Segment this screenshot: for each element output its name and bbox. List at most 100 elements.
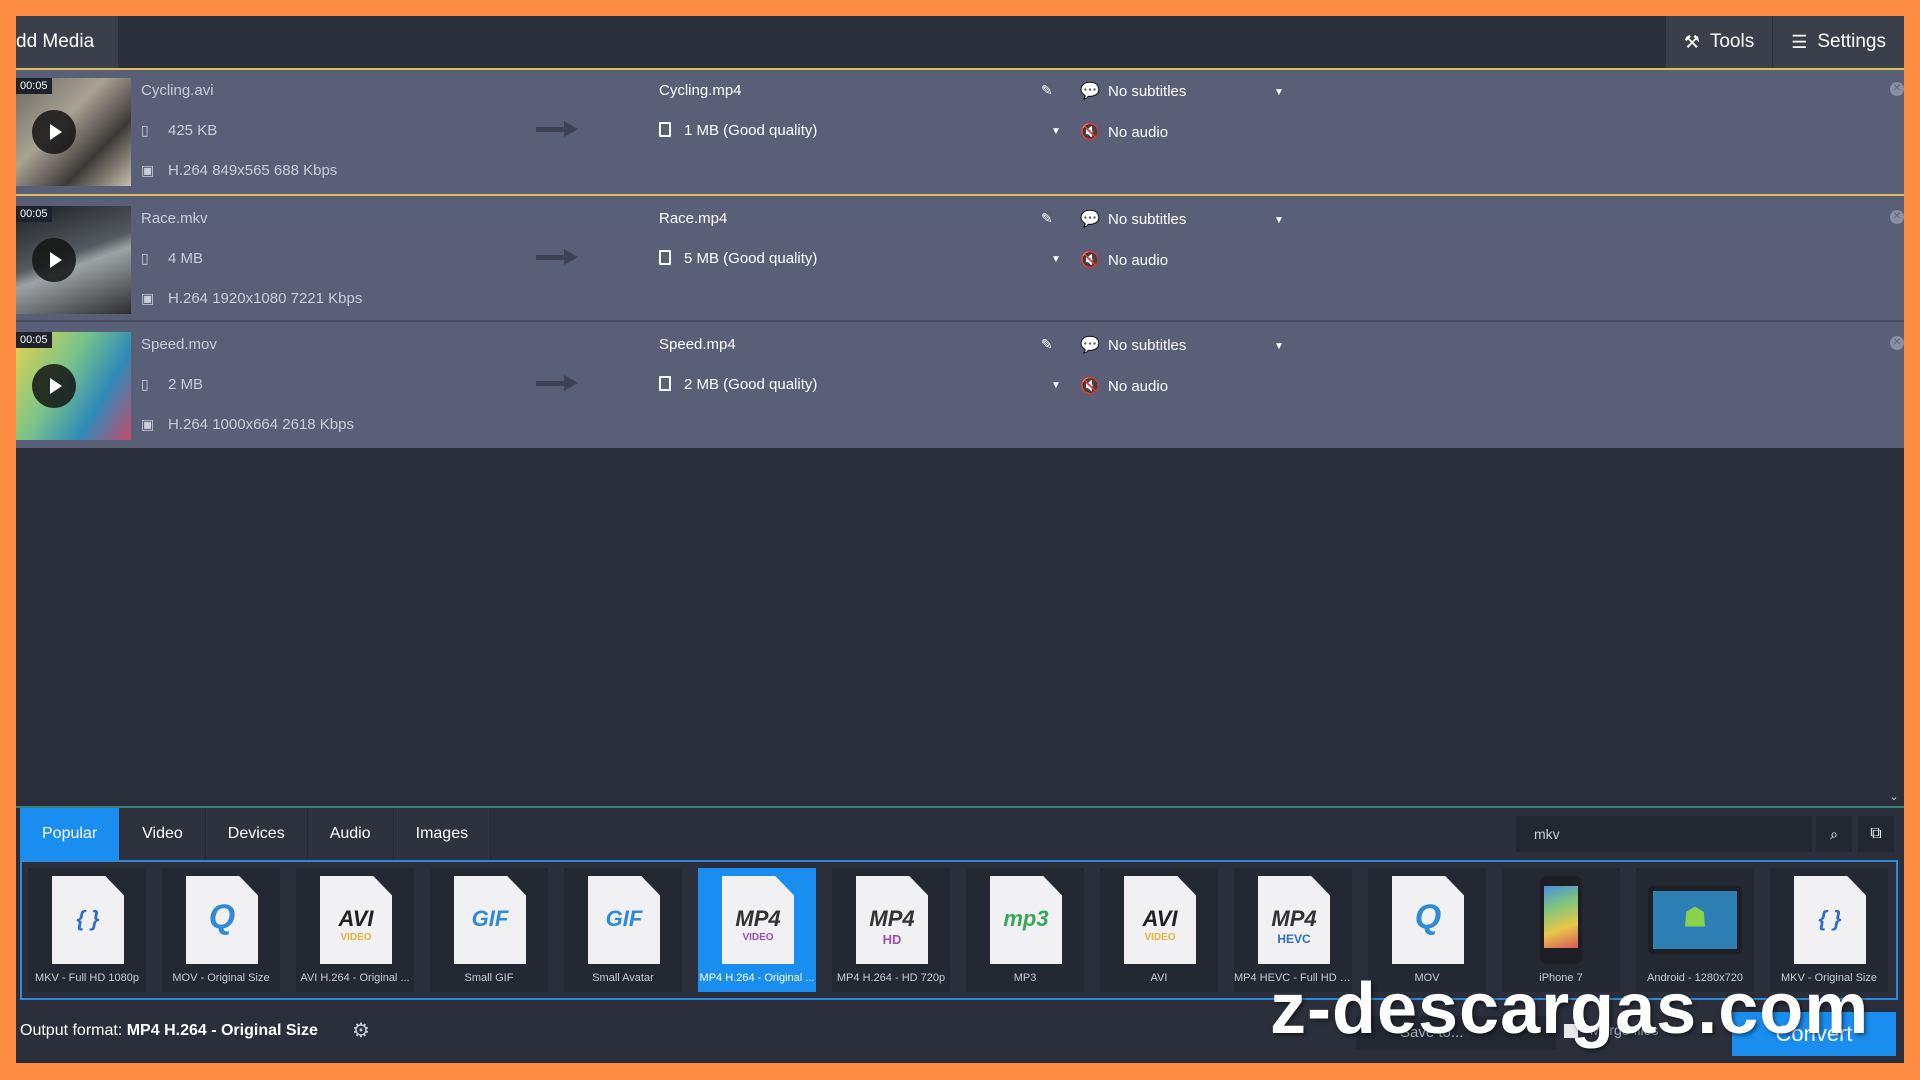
chevron-down-icon[interactable]: ▼ (1051, 380, 1061, 391)
watermark-text: z-descargas.com (1270, 969, 1870, 1049)
speech-bubble-icon: 💬 (1080, 337, 1100, 354)
add-media-label: dd Media (16, 31, 95, 52)
output-size-select[interactable]: 5 MB (Good quality) (684, 250, 817, 267)
format-tile[interactable]: { } MKV - Full HD 1080p (28, 868, 146, 992)
edit-name-icon[interactable]: ✎ (1041, 82, 1053, 99)
film-icon: ▣ (141, 162, 155, 178)
film-icon: ▣ (141, 416, 155, 432)
format-badge: { } (76, 906, 100, 931)
format-label: MOV - Original Size (172, 972, 270, 984)
source-file-name: Cycling.avi (141, 82, 214, 99)
format-badge: MP4 (869, 906, 915, 931)
subtitles-select[interactable]: No subtitles (1108, 83, 1186, 100)
subtitles-select[interactable]: No subtitles (1108, 337, 1186, 354)
video-thumbnail[interactable]: 00:05 (16, 332, 131, 440)
output-format-value: MP4 H.264 - Original Size (126, 1022, 318, 1039)
subtitles-select[interactable]: No subtitles (1108, 211, 1186, 228)
search-icon[interactable]: ⌕ (1816, 816, 1852, 852)
file-row[interactable]: 00:05 Race.mkv ▯ 4 MB ▣ H.264 1920x1080 … (16, 196, 1904, 322)
edit-name-icon[interactable]: ✎ (1041, 210, 1053, 227)
speaker-muted-icon: 🔇 (1080, 124, 1100, 141)
add-media-button[interactable]: dd Media (16, 16, 118, 68)
source-codec-info: H.264 1000x664 2618 Kbps (168, 416, 354, 433)
tools-label: Tools (1709, 31, 1755, 52)
close-icon[interactable]: ✕ (1890, 82, 1904, 96)
video-thumbnail[interactable]: 00:05 (16, 206, 131, 314)
format-tile[interactable]: MP4 HD MP4 H.264 - HD 720p (832, 868, 950, 992)
audio-select[interactable]: No audio (1108, 124, 1168, 141)
source-codec-info: H.264 1920x1080 7221 Kbps (168, 290, 363, 307)
file-row[interactable]: 00:05 Cycling.avi ▯ 425 KB ▣ H.264 849x5… (16, 68, 1904, 196)
chevron-down-icon[interactable]: ▼ (1274, 215, 1284, 226)
output-format-summary: Output format: MP4 H.264 - Original Size (20, 1022, 318, 1040)
format-label: MP4 H.264 - Original ... (699, 972, 815, 984)
format-tile[interactable]: AVI VIDEO AVI (1100, 868, 1218, 992)
format-sub-badge: HD (882, 932, 902, 947)
tab-audio[interactable]: Audio (307, 808, 394, 860)
arrow-right-icon (536, 375, 578, 391)
edit-name-icon[interactable]: ✎ (1041, 336, 1053, 353)
format-search-input[interactable]: mkv (1516, 816, 1812, 852)
chevron-down-icon[interactable]: ▼ (1051, 254, 1061, 265)
source-file-size: 4 MB (168, 250, 204, 267)
collapse-panel-icon[interactable]: ⌄ (1884, 790, 1904, 806)
tab-video[interactable]: Video (120, 808, 206, 860)
format-tile-selected[interactable]: MP4 VIDEO MP4 H.264 - Original ... (698, 868, 816, 992)
close-icon[interactable]: ✕ (1890, 210, 1904, 224)
android-robot-icon: ☗ (1683, 902, 1707, 932)
tab-devices[interactable]: Devices (205, 808, 308, 860)
settings-button[interactable]: ☰ Settings (1772, 16, 1904, 68)
audio-select[interactable]: No audio (1108, 378, 1168, 395)
gear-icon[interactable]: ⚙ (352, 1018, 370, 1043)
format-badge: AVI (338, 906, 374, 931)
file-icon: ▯ (141, 376, 149, 392)
format-tile[interactable]: AVI VIDEO AVI H.264 - Original ... (296, 868, 414, 992)
format-tile[interactable]: GIF Small Avatar (564, 868, 682, 992)
format-label: MP4 H.264 - HD 720p (836, 972, 946, 984)
settings-label: Settings (1817, 31, 1886, 52)
tab-images[interactable]: Images (393, 808, 492, 860)
output-size-select[interactable]: 1 MB (Good quality) (684, 122, 817, 139)
format-badge: Q (208, 898, 236, 936)
format-tile[interactable]: Q MOV - Original Size (162, 868, 280, 992)
duration-badge: 00:05 (16, 78, 52, 94)
source-codec-info: H.264 849x565 688 Kbps (168, 162, 338, 179)
output-file-name: Speed.mp4 (659, 336, 736, 353)
output-file-name: Race.mp4 (659, 210, 728, 227)
arrow-right-icon (536, 249, 578, 265)
detect-device-icon[interactable]: ⧉ (1858, 816, 1894, 852)
format-sub-badge: VIDEO (742, 932, 774, 943)
format-badge: GIF (605, 906, 643, 931)
iphone-icon (1540, 876, 1582, 964)
format-sub-badge: VIDEO (340, 932, 372, 943)
source-file-name: Race.mkv (141, 210, 208, 227)
format-label: AVI H.264 - Original ... (300, 972, 410, 984)
duration-badge: 00:05 (16, 332, 52, 348)
file-icon: ▯ (141, 250, 149, 266)
format-badge: mp3 (1003, 906, 1049, 931)
play-icon[interactable] (32, 364, 76, 408)
menu-icon: ☰ (1791, 31, 1808, 52)
video-thumbnail[interactable]: 00:05 (16, 78, 131, 186)
chevron-down-icon[interactable]: ▼ (1051, 126, 1061, 137)
app-window: dd Media ⚒ Tools ☰ Settings 00:05 Cyclin… (16, 16, 1904, 1063)
magic-wand-icon: ⚒ (1683, 31, 1700, 52)
close-icon[interactable]: ✕ (1890, 336, 1904, 350)
output-file-icon (659, 250, 671, 265)
file-row[interactable]: 00:05 Speed.mov ▯ 2 MB ▣ H.264 1000x664 … (16, 322, 1904, 448)
tab-popular[interactable]: Popular (20, 808, 121, 860)
tools-button[interactable]: ⚒ Tools (1664, 16, 1773, 68)
file-icon: ▯ (141, 122, 149, 138)
output-file-name: Cycling.mp4 (659, 82, 742, 99)
chevron-down-icon[interactable]: ▼ (1274, 341, 1284, 352)
chevron-down-icon[interactable]: ▼ (1274, 87, 1284, 98)
format-tile[interactable]: mp3 MP3 (966, 868, 1084, 992)
format-tile[interactable]: GIF Small GIF (430, 868, 548, 992)
play-icon[interactable] (32, 238, 76, 282)
format-badge: AVI (1142, 906, 1178, 931)
output-size-select[interactable]: 2 MB (Good quality) (684, 376, 817, 393)
output-format-prefix: Output format: (20, 1022, 123, 1039)
play-icon[interactable] (32, 110, 76, 154)
format-badge: GIF (471, 906, 509, 931)
audio-select[interactable]: No audio (1108, 252, 1168, 269)
